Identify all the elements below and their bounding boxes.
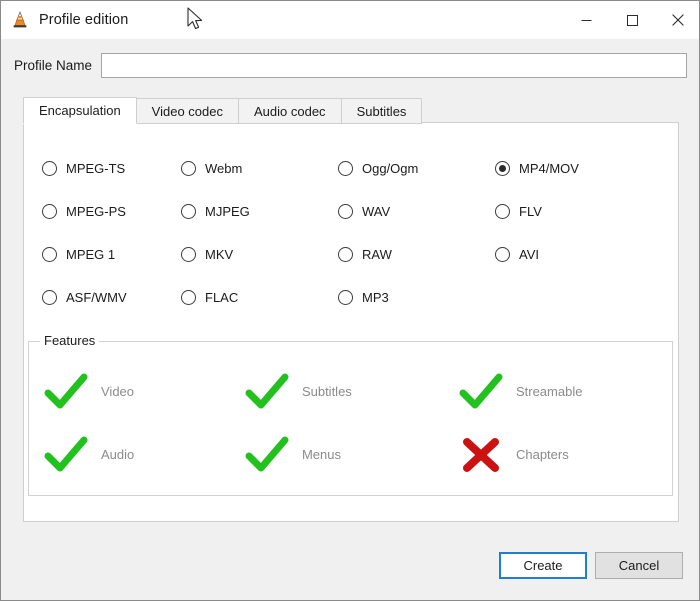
radio-option-mkv[interactable]: MKV: [181, 247, 338, 262]
feature-menus: Menus: [244, 435, 458, 475]
window-title: Profile edition: [39, 12, 128, 28]
feature-label: Subtitles: [302, 384, 352, 399]
feature-audio: Audio: [29, 435, 244, 475]
radio-option-wav[interactable]: WAV: [338, 204, 495, 219]
dialog-button-bar: Create Cancel: [491, 552, 683, 579]
radio-indicator: [181, 204, 196, 219]
title-bar: Profile edition: [1, 1, 700, 39]
minimize-button[interactable]: [563, 1, 609, 39]
radio-indicator: [42, 161, 57, 176]
radio-label: WAV: [362, 204, 390, 219]
radio-indicator-selected: [495, 161, 510, 176]
radio-option-raw[interactable]: RAW: [338, 247, 495, 262]
radio-indicator: [338, 161, 353, 176]
feature-row: Video Subtitles Streamable: [29, 360, 672, 423]
radio-indicator: [42, 247, 57, 262]
radio-option-flac[interactable]: FLAC: [181, 290, 338, 305]
maximize-button[interactable]: [609, 1, 655, 39]
radio-indicator: [42, 204, 57, 219]
feature-label: Chapters: [516, 447, 569, 462]
radio-label: AVI: [519, 247, 539, 262]
tab-video-codec[interactable]: Video codec: [136, 98, 239, 124]
radio-option-webm[interactable]: Webm: [181, 161, 338, 176]
feature-label: Menus: [302, 447, 341, 462]
create-button-label: Create: [523, 558, 562, 573]
radio-option-mpeg-1[interactable]: MPEG 1: [24, 247, 181, 262]
features-group: Features Video Subtitles: [28, 341, 673, 496]
radio-label: FLAC: [205, 290, 238, 305]
radio-label: MPEG-PS: [66, 204, 126, 219]
radio-option-mp4-mov[interactable]: MP4/MOV: [495, 161, 652, 176]
close-button[interactable]: [655, 1, 700, 39]
radio-label: RAW: [362, 247, 392, 262]
tab-label: Subtitles: [357, 104, 407, 119]
radio-indicator: [495, 247, 510, 262]
features-grid: Video Subtitles Streamable: [29, 360, 672, 486]
feature-label: Video: [101, 384, 134, 399]
radio-option-mjpeg[interactable]: MJPEG: [181, 204, 338, 219]
window-controls: [563, 1, 700, 39]
tab-label: Encapsulation: [39, 103, 121, 118]
radio-option-mpeg-ts[interactable]: MPEG-TS: [24, 161, 181, 176]
features-legend: Features: [40, 333, 99, 348]
radio-label: MP4/MOV: [519, 161, 579, 176]
radio-label: Ogg/Ogm: [362, 161, 418, 176]
radio-option-avi[interactable]: AVI: [495, 247, 652, 262]
radio-row: MPEG-TS Webm Ogg/Ogm MP4/MOV: [24, 147, 680, 190]
tab-strip: Encapsulation Video codec Audio codec Su…: [23, 97, 421, 124]
tab-audio-codec[interactable]: Audio codec: [238, 98, 342, 124]
feature-subtitles: Subtitles: [244, 372, 458, 412]
profile-name-row: Profile Name: [1, 45, 700, 85]
radio-indicator: [338, 204, 353, 219]
cancel-button-label: Cancel: [619, 558, 659, 573]
radio-label: MJPEG: [205, 204, 250, 219]
tab-subtitles[interactable]: Subtitles: [341, 98, 423, 124]
profile-edition-dialog: Profile edition Profile Name Encapsulati…: [0, 0, 700, 601]
profile-name-input[interactable]: [101, 53, 687, 78]
radio-row: MPEG 1 MKV RAW AVI: [24, 233, 680, 276]
radio-label: FLV: [519, 204, 542, 219]
vlc-cone-icon: [10, 10, 30, 30]
profile-name-label: Profile Name: [14, 58, 92, 73]
create-button[interactable]: Create: [499, 552, 587, 579]
radio-row: ASF/WMV FLAC MP3: [24, 276, 680, 319]
radio-indicator: [181, 290, 196, 305]
radio-indicator: [42, 290, 57, 305]
radio-option-asf-wmv[interactable]: ASF/WMV: [24, 290, 181, 305]
radio-indicator: [338, 247, 353, 262]
radio-row: MPEG-PS MJPEG WAV FLV: [24, 190, 680, 233]
check-icon: [244, 372, 290, 412]
radio-label: MPEG-TS: [66, 161, 125, 176]
cancel-button[interactable]: Cancel: [595, 552, 683, 579]
radio-label: MP3: [362, 290, 389, 305]
radio-label: MPEG 1: [66, 247, 115, 262]
encapsulation-radio-grid: MPEG-TS Webm Ogg/Ogm MP4/MOV: [24, 147, 680, 319]
tab-label: Audio codec: [254, 104, 326, 119]
radio-indicator: [495, 204, 510, 219]
radio-indicator: [181, 161, 196, 176]
encapsulation-panel: MPEG-TS Webm Ogg/Ogm MP4/MOV: [23, 122, 679, 522]
check-icon: [458, 372, 504, 412]
check-icon: [244, 435, 290, 475]
radio-label: ASF/WMV: [66, 290, 127, 305]
tab-encapsulation[interactable]: Encapsulation: [23, 97, 137, 124]
radio-indicator: [338, 290, 353, 305]
feature-label: Audio: [101, 447, 134, 462]
check-icon: [43, 435, 89, 475]
radio-label: MKV: [205, 247, 233, 262]
radio-option-mpeg-ps[interactable]: MPEG-PS: [24, 204, 181, 219]
radio-label: Webm: [205, 161, 242, 176]
radio-option-ogg-ogm[interactable]: Ogg/Ogm: [338, 161, 495, 176]
feature-row: Audio Menus Chapters: [29, 423, 672, 486]
cross-icon: [458, 435, 504, 475]
tab-label: Video codec: [152, 104, 223, 119]
check-icon: [43, 372, 89, 412]
radio-option-mp3[interactable]: MP3: [338, 290, 495, 305]
radio-indicator: [181, 247, 196, 262]
feature-streamable: Streamable: [458, 372, 672, 412]
feature-label: Streamable: [516, 384, 582, 399]
feature-chapters: Chapters: [458, 435, 672, 475]
feature-video: Video: [29, 372, 244, 412]
radio-option-flv[interactable]: FLV: [495, 204, 652, 219]
